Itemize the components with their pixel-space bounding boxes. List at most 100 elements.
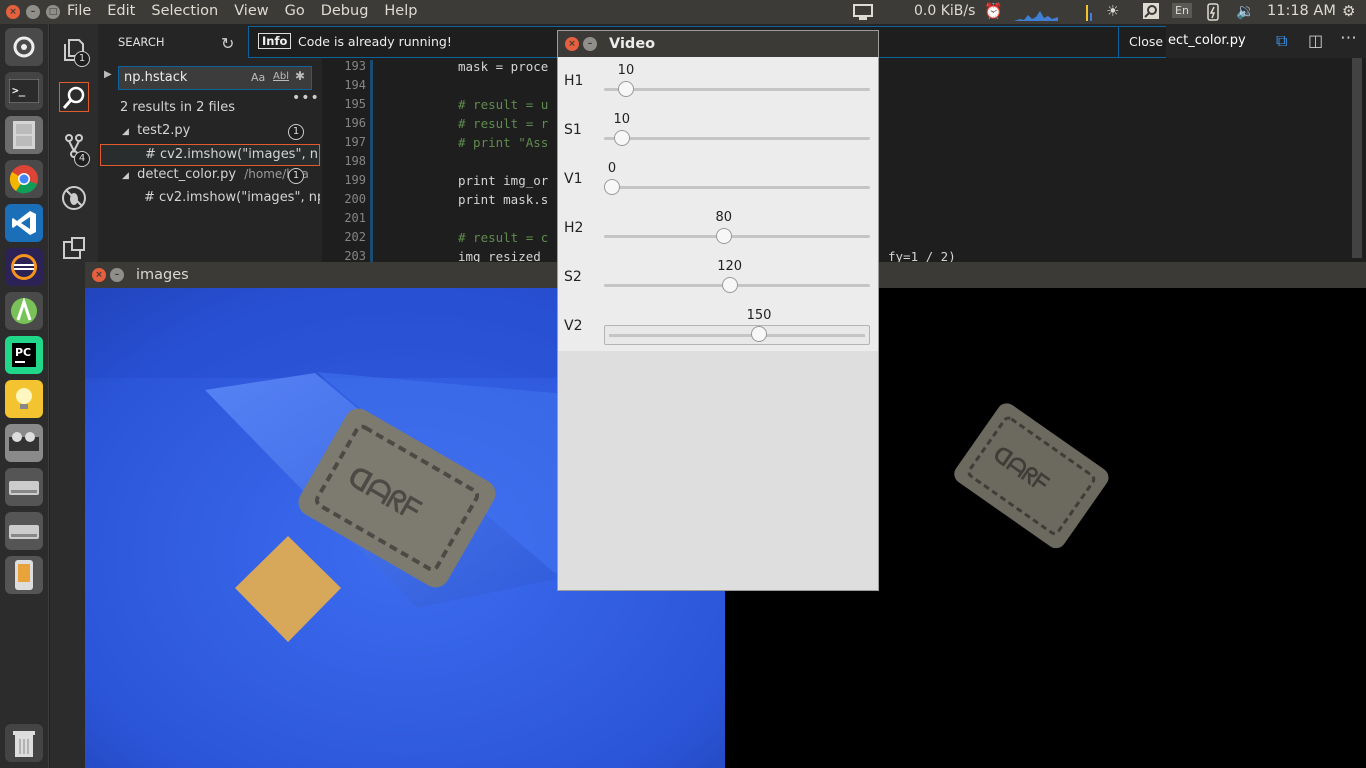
- video-trackbar-window: × – Video H1 10 S1 10 V1 0 H2 80 S2 120 V2 150: [557, 30, 879, 591]
- vscode-icon[interactable]: [5, 204, 43, 242]
- more-actions-icon[interactable]: ⋯: [1340, 28, 1357, 48]
- editor-tab[interactable]: ect_color.py: [1168, 33, 1246, 48]
- expand-chevron-icon: ◢: [122, 171, 129, 181]
- search-input[interactable]: np.hstack Aa Abl ✱: [118, 66, 312, 90]
- gutter-indicator: [370, 60, 373, 270]
- search-lens-icon[interactable]: [1142, 2, 1160, 24]
- trackbar-v1: V1 0: [558, 155, 878, 204]
- replace-toggle-chevron-icon[interactable]: ▶: [104, 69, 112, 80]
- more-actions-icon[interactable]: •••: [292, 90, 320, 106]
- menu-help[interactable]: Help: [384, 3, 417, 19]
- lightbulb-icon[interactable]: [5, 380, 43, 418]
- expand-chevron-icon: ◢: [122, 127, 129, 137]
- menu-debug[interactable]: Debug: [321, 3, 369, 19]
- window-title: images: [136, 267, 189, 283]
- match-text: # cv2.imshow("images", np....: [145, 147, 319, 162]
- window-title: Video: [609, 36, 656, 52]
- line-number: 196: [344, 116, 366, 130]
- explorer-icon[interactable]: [50, 26, 98, 74]
- android-studio-icon[interactable]: [5, 292, 43, 330]
- match-count-badge: 1: [288, 124, 304, 140]
- system-monitor-graph[interactable]: [1014, 3, 1058, 25]
- explorer-badge: 1: [74, 51, 90, 67]
- editor-scrollbar[interactable]: [1352, 58, 1362, 258]
- trackbar-h2: H2 80: [558, 204, 878, 253]
- window-close-button[interactable]: ×: [6, 5, 20, 19]
- code-line: mask = proce: [458, 59, 549, 74]
- trackbar-value: 150: [746, 308, 772, 323]
- trackbar-knob[interactable]: [715, 228, 732, 244]
- trackbar-track[interactable]: [604, 186, 870, 189]
- menu-file[interactable]: File: [67, 3, 91, 19]
- match-line[interactable]: # cv2.imshow("images", np....: [100, 188, 320, 210]
- pycharm-icon[interactable]: PC: [5, 336, 43, 374]
- trackbar-value: 80: [715, 210, 732, 225]
- refresh-icon[interactable]: ↻: [221, 34, 234, 53]
- trackbar-knob[interactable]: [617, 81, 634, 97]
- open-changes-icon[interactable]: ⧉: [1276, 31, 1287, 51]
- net-speed: 0.0 KiB/s: [914, 3, 976, 19]
- brightness-icon[interactable]: ☀: [1106, 2, 1119, 20]
- trackbar-track[interactable]: [604, 235, 870, 238]
- code-line: print mask.s: [458, 192, 549, 207]
- eclipse-icon[interactable]: [5, 248, 43, 286]
- search-icon[interactable]: [50, 74, 98, 122]
- minimize-icon[interactable]: –: [110, 268, 124, 282]
- split-editor-icon[interactable]: ◫: [1308, 31, 1323, 50]
- trackbar-track[interactable]: [604, 88, 870, 91]
- file-cabinet-icon[interactable]: [5, 116, 43, 154]
- trackbar-label: S1: [564, 122, 582, 138]
- trackbar-knob[interactable]: [604, 179, 620, 195]
- code-line: print img_or: [458, 173, 549, 188]
- debug-icon[interactable]: [50, 174, 98, 222]
- trackbar-knob[interactable]: [613, 130, 630, 146]
- window-maximize-button[interactable]: □: [46, 5, 60, 19]
- gear-icon[interactable]: ⚙: [1342, 2, 1355, 20]
- close-icon[interactable]: ×: [565, 37, 579, 51]
- notification-close-button[interactable]: Close: [1118, 27, 1166, 57]
- terminal-icon[interactable]: >_: [5, 72, 43, 110]
- line-number: 203: [344, 249, 366, 263]
- chrome-icon[interactable]: [5, 160, 43, 198]
- ubuntu-settings-icon[interactable]: [5, 28, 43, 66]
- info-tag: Info: [258, 33, 292, 49]
- menu-go[interactable]: Go: [285, 3, 305, 19]
- window-minimize-button[interactable]: –: [26, 5, 40, 19]
- close-icon[interactable]: ×: [92, 268, 106, 282]
- code-line: # print "Ass: [458, 135, 549, 150]
- keyboard-layout-indicator[interactable]: En: [1172, 3, 1192, 18]
- menu-edit[interactable]: Edit: [107, 3, 135, 19]
- file-name: test2.py: [137, 123, 191, 138]
- trackbar-knob[interactable]: [751, 326, 768, 342]
- match-case-toggle[interactable]: Aa: [251, 71, 265, 84]
- trackbar-track[interactable]: [604, 137, 870, 140]
- regex-toggle-icon[interactable]: ✱: [295, 69, 305, 83]
- alarm-clock-icon[interactable]: ⏰: [984, 2, 1003, 20]
- video-title-bar[interactable]: × – Video: [558, 31, 878, 57]
- phone-icon[interactable]: [5, 556, 43, 594]
- trackbar-label: H1: [564, 73, 584, 89]
- video-editor-icon[interactable]: [5, 424, 43, 462]
- battery-icon[interactable]: [1206, 2, 1220, 26]
- line-number: 195: [344, 97, 366, 111]
- clock[interactable]: 11:18 AM: [1267, 3, 1336, 19]
- trackbar-label: V2: [564, 318, 583, 334]
- trackbar-knob[interactable]: [721, 277, 738, 293]
- cpu-graph[interactable]: [1060, 3, 1100, 25]
- volume-icon[interactable]: 🔉: [1236, 2, 1255, 20]
- line-number: 198: [344, 154, 366, 168]
- drive-icon[interactable]: [5, 512, 43, 550]
- whole-word-toggle[interactable]: Abl: [273, 71, 289, 82]
- trackbar-track[interactable]: [604, 325, 870, 345]
- minimize-icon[interactable]: –: [583, 37, 597, 51]
- match-line[interactable]: # cv2.imshow("images", np....: [100, 144, 320, 166]
- drive-icon[interactable]: [5, 468, 43, 506]
- top-panel: × – □ File Edit Selection View Go Debug …: [0, 0, 1366, 24]
- file-name: detect_color.py: [137, 167, 237, 182]
- trash-icon[interactable]: [5, 724, 43, 762]
- line-number: 194: [344, 78, 366, 92]
- network-icon[interactable]: [852, 2, 876, 26]
- menu-view[interactable]: View: [234, 3, 268, 19]
- code-line: # result = r: [458, 116, 549, 131]
- menu-selection[interactable]: Selection: [151, 3, 218, 19]
